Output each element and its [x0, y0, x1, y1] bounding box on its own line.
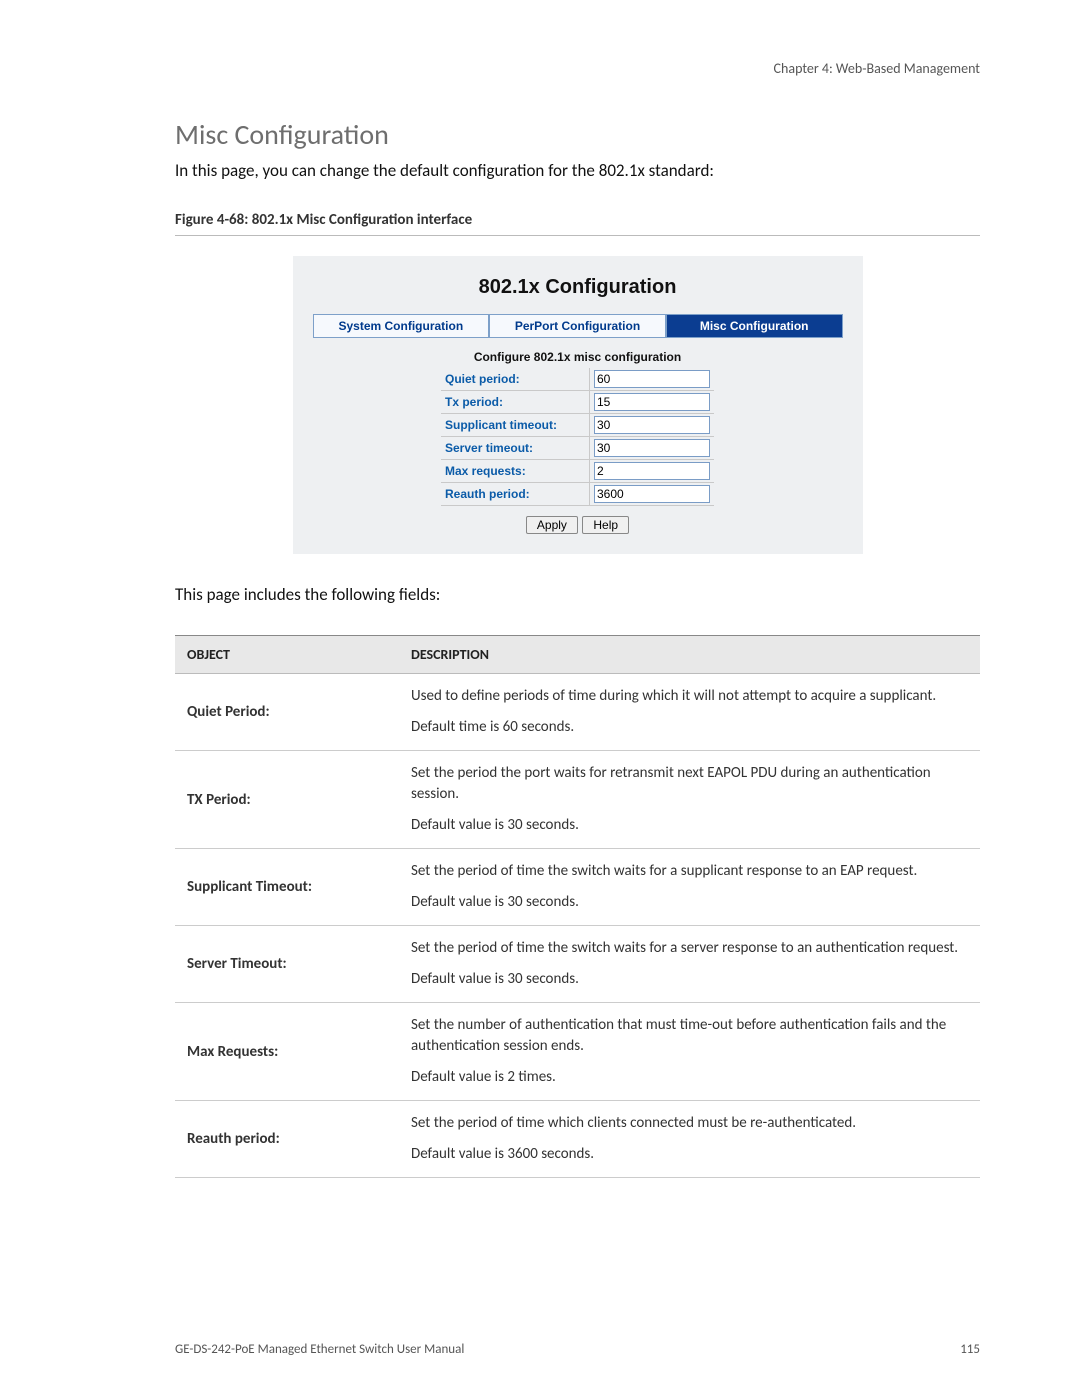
row-server-timeout: Server timeout:: [441, 437, 714, 460]
desc-line: Default value is 30 seconds.: [411, 892, 968, 913]
description-cell: Set the number of authentication that mu…: [399, 1003, 980, 1101]
description-cell: Used to define periods of time during wh…: [399, 674, 980, 751]
object-cell: TX Period:: [175, 751, 399, 849]
table-row: Quiet Period: Used to define periods of …: [175, 674, 980, 751]
description-cell: Set the period of time the switch waits …: [399, 849, 980, 926]
input-supplicant-timeout[interactable]: [594, 416, 710, 434]
object-cell: Supplicant Timeout:: [175, 849, 399, 926]
footer-manual-title: GE-DS-242-PoE Managed Ethernet Switch Us…: [175, 1342, 464, 1357]
intro-text: In this page, you can change the default…: [175, 160, 980, 181]
desc-line: Set the period of time the switch waits …: [411, 938, 968, 959]
label-quiet-period: Quiet period:: [441, 368, 590, 391]
object-cell: Quiet Period:: [175, 674, 399, 751]
input-server-timeout[interactable]: [594, 439, 710, 457]
help-button[interactable]: Help: [582, 516, 629, 534]
col-description: DESCRIPTION: [399, 636, 980, 674]
object-cell: Max Requests:: [175, 1003, 399, 1101]
desc-line: Set the period of time which clients con…: [411, 1113, 968, 1134]
table-row: Max Requests: Set the number of authenti…: [175, 1003, 980, 1101]
tab-system-configuration[interactable]: System Configuration: [313, 314, 490, 338]
fields-intro: This page includes the following fields:: [175, 584, 980, 605]
table-row: Server Timeout: Set the period of time t…: [175, 926, 980, 1003]
footer-page-number: 115: [960, 1342, 980, 1357]
fields-table: OBJECT DESCRIPTION Quiet Period: Used to…: [175, 635, 980, 1178]
desc-line: Default value is 3600 seconds.: [411, 1144, 968, 1165]
row-max-requests: Max requests:: [441, 460, 714, 483]
desc-line: Default value is 30 seconds.: [411, 969, 968, 990]
row-tx-period: Tx period:: [441, 391, 714, 414]
input-tx-period[interactable]: [594, 393, 710, 411]
table-row: Reauth period: Set the period of time wh…: [175, 1101, 980, 1178]
tab-bar: System Configuration PerPort Configurati…: [313, 314, 843, 338]
row-reauth-period: Reauth period:: [441, 483, 714, 506]
page-footer: GE-DS-242-PoE Managed Ethernet Switch Us…: [175, 1342, 980, 1357]
description-cell: Set the period of time which clients con…: [399, 1101, 980, 1178]
label-reauth-period: Reauth period:: [441, 483, 590, 506]
label-supplicant-timeout: Supplicant timeout:: [441, 414, 590, 437]
input-reauth-period[interactable]: [594, 485, 710, 503]
desc-line: Set the period of time the switch waits …: [411, 861, 968, 882]
desc-line: Set the number of authentication that mu…: [411, 1015, 968, 1057]
table-row: TX Period: Set the period the port waits…: [175, 751, 980, 849]
page: Chapter 4: Web-Based Management Misc Con…: [0, 0, 1080, 1397]
object-cell: Server Timeout:: [175, 926, 399, 1003]
desc-line: Default time is 60 seconds.: [411, 717, 968, 738]
desc-line: Default value is 2 times.: [411, 1067, 968, 1088]
desc-line: Used to define periods of time during wh…: [411, 686, 968, 707]
ui-title: 802.1x Configuration: [313, 276, 843, 299]
col-object: OBJECT: [175, 636, 399, 674]
tab-perport-configuration[interactable]: PerPort Configuration: [489, 314, 666, 338]
object-cell: Reauth period:: [175, 1101, 399, 1178]
button-row: Apply Help: [313, 516, 843, 534]
figure-caption: Figure 4-68: 802.1x Misc Configuration i…: [175, 211, 980, 236]
page-title: Misc Configuration: [175, 117, 980, 152]
table-row: Supplicant Timeout: Set the period of ti…: [175, 849, 980, 926]
label-server-timeout: Server timeout:: [441, 437, 590, 460]
description-cell: Set the period of time the switch waits …: [399, 926, 980, 1003]
desc-line: Default value is 30 seconds.: [411, 815, 968, 836]
config-screenshot: 802.1x Configuration System Configuratio…: [293, 256, 863, 554]
chapter-line: Chapter 4: Web-Based Management: [175, 60, 980, 77]
label-max-requests: Max requests:: [441, 460, 590, 483]
ui-subheading: Configure 802.1x misc configuration: [313, 350, 843, 364]
row-quiet-period: Quiet period:: [441, 368, 714, 391]
label-tx-period: Tx period:: [441, 391, 590, 414]
tab-misc-configuration[interactable]: Misc Configuration: [666, 314, 843, 338]
description-cell: Set the period the port waits for retran…: [399, 751, 980, 849]
row-supplicant-timeout: Supplicant timeout:: [441, 414, 714, 437]
desc-line: Set the period the port waits for retran…: [411, 763, 968, 805]
input-max-requests[interactable]: [594, 462, 710, 480]
input-quiet-period[interactable]: [594, 370, 710, 388]
apply-button[interactable]: Apply: [526, 516, 578, 534]
config-form: Quiet period: Tx period: Supplicant time…: [441, 368, 714, 506]
